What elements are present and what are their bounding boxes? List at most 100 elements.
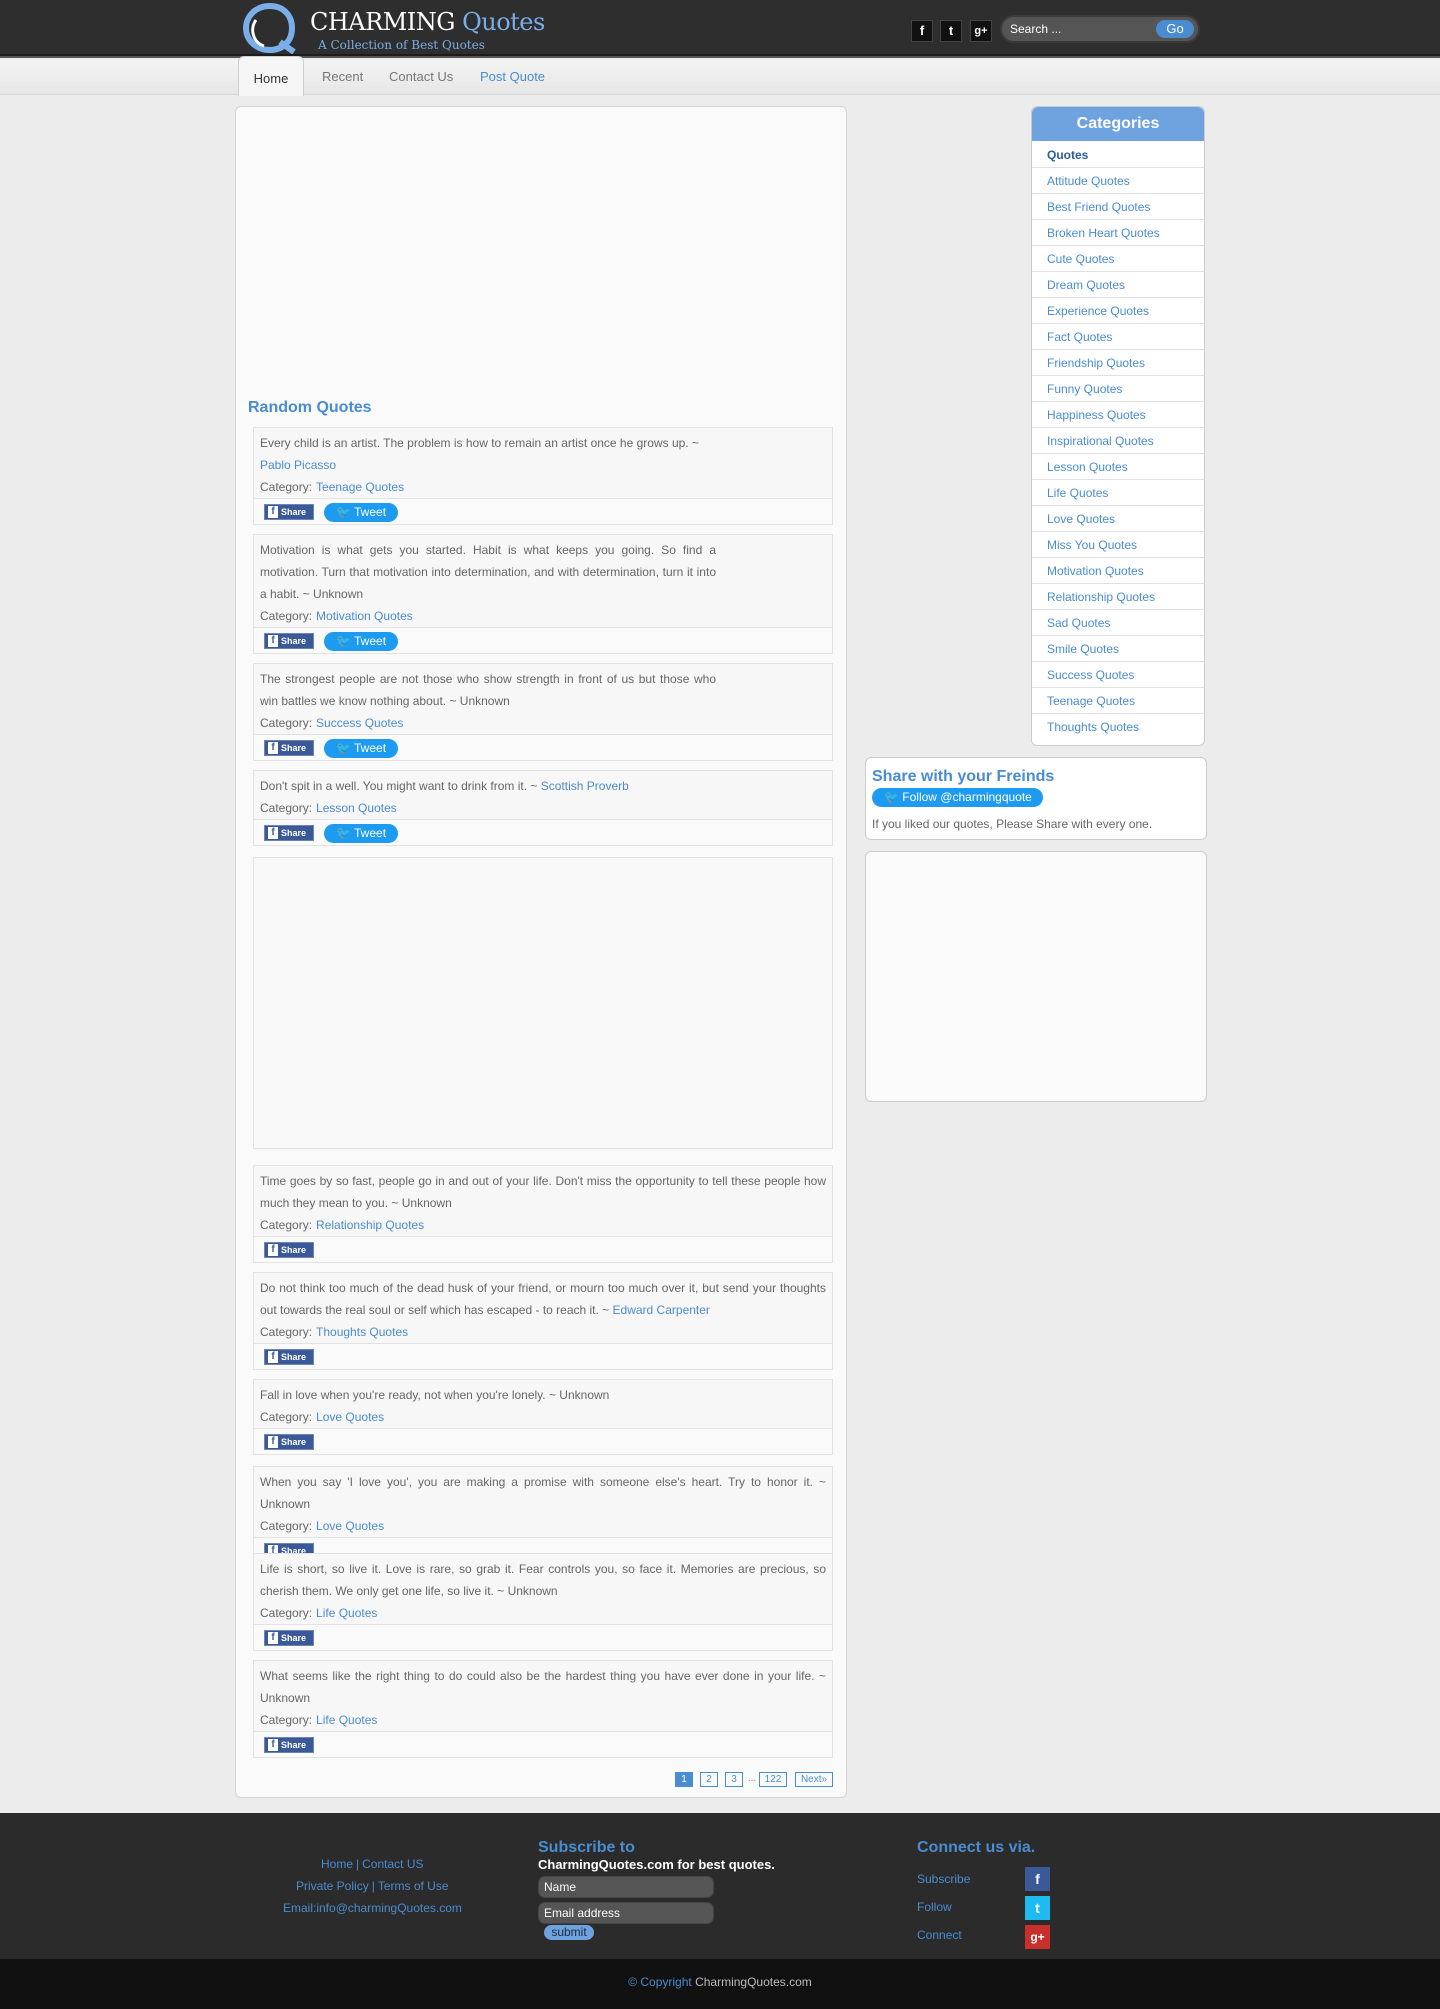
subscribe-email-field[interactable] [538,1902,714,1924]
category-love[interactable]: Love Quotes [1032,506,1204,532]
category-success[interactable]: Success Quotes [1032,662,1204,688]
facebook-share-button[interactable]: f Share [264,1630,314,1646]
facebook-share-button[interactable]: f Share [264,1242,314,1258]
share-bar: f Share 🐦 Tweet [254,627,832,653]
quote-category: Category: Love Quotes [260,1519,385,1533]
tweet-button[interactable]: 🐦 Tweet [324,503,398,522]
category-link[interactable]: Relationship Quotes [316,1218,424,1232]
category-experience[interactable]: Experience Quotes [1032,298,1204,324]
category-miss-you[interactable]: Miss You Quotes [1032,532,1204,558]
page-last-link[interactable]: 122 [759,1772,787,1787]
connect-subscribe-label[interactable]: Subscribe [917,1872,970,1886]
category-link[interactable]: Love Quotes [316,1410,384,1424]
footer-contact-link[interactable]: Contact US [362,1857,423,1871]
nav-contact-us[interactable]: Contact Us [389,69,453,84]
quote-card: Life is short, so live it. Love is rare,… [253,1553,833,1651]
category-teenage[interactable]: Teenage Quotes [1032,688,1204,714]
search-input[interactable] [1010,20,1150,38]
facebook-share-button[interactable]: f Share [264,825,314,841]
footer-email-link[interactable]: Email:info@charmingQuotes.com [283,1901,462,1915]
footer-home-link[interactable]: Home [321,1857,353,1871]
facebook-icon[interactable]: f [911,20,933,42]
quote-category: Category: Thoughts Quotes [260,1325,409,1339]
category-relationship[interactable]: Relationship Quotes [1032,584,1204,610]
category-fact[interactable]: Fact Quotes [1032,324,1204,350]
category-best-friend[interactable]: Best Friend Quotes [1032,194,1204,220]
connect-follow-label[interactable]: Follow [917,1900,952,1914]
tweet-button[interactable]: 🐦 Tweet [324,632,398,651]
category-link[interactable]: Success Quotes [316,716,403,730]
category-lesson[interactable]: Lesson Quotes [1032,454,1204,480]
facebook-icon[interactable]: f [1025,1867,1050,1891]
nav-recent[interactable]: Recent [322,69,363,84]
category-cute[interactable]: Cute Quotes [1032,246,1204,272]
quote-category: Category: Lesson Quotes [260,801,397,815]
twitter-icon[interactable]: t [940,20,962,42]
category-life[interactable]: Life Quotes [1032,480,1204,506]
category-quotes[interactable]: Quotes [1032,142,1204,168]
tweet-button[interactable]: 🐦 Tweet [324,739,398,758]
subscribe-name-field[interactable] [538,1876,714,1898]
category-motivation[interactable]: Motivation Quotes [1032,558,1204,584]
category-link[interactable]: Life Quotes [316,1606,377,1620]
quote-card: The strongest people are not those who s… [253,663,833,761]
next-page-link[interactable]: Next» [795,1772,833,1787]
googleplus-icon[interactable]: g+ [1025,1925,1050,1949]
category-happiness[interactable]: Happiness Quotes [1032,402,1204,428]
quote-text: Do not think too much of the dead husk o… [260,1281,826,1317]
category-attitude[interactable]: Attitude Quotes [1032,168,1204,194]
search-go-button[interactable]: Go [1156,20,1194,38]
quote-card: What seems like the right thing to do co… [253,1660,833,1758]
category-smile[interactable]: Smile Quotes [1032,636,1204,662]
facebook-share-button[interactable]: f Share [264,1434,314,1450]
connect-connect-label[interactable]: Connect [917,1928,962,1942]
quote-text: Fall in love when you're ready, not when… [260,1388,610,1402]
facebook-share-button[interactable]: f Share [264,633,314,649]
quote-card: Motivation is what gets you started. Hab… [253,534,833,654]
copyright-link[interactable]: © Copyright [628,1975,692,1989]
facebook-share-button[interactable]: f Share [264,504,314,520]
footer-terms-link[interactable]: Terms of Use [378,1879,449,1893]
googleplus-icon[interactable]: g+ [970,20,992,42]
category-link[interactable]: Love Quotes [316,1519,384,1533]
quote-author-link[interactable]: Edward Carpenter [613,1303,710,1317]
category-link[interactable]: Motivation Quotes [316,609,413,623]
site-logo[interactable]: CHARMING Quotes A Collection of Best Quo… [240,2,545,54]
category-thoughts[interactable]: Thoughts Quotes [1032,714,1204,740]
facebook-share-button[interactable]: f Share [264,1349,314,1365]
connect-title: Connect us via. [917,1839,1036,1856]
facebook-icon: f [268,1632,278,1644]
page-1-link[interactable]: 1 [675,1772,693,1787]
nav-home[interactable]: Home [238,56,304,96]
category-link[interactable]: Life Quotes [316,1713,377,1727]
nav-post-quote[interactable]: Post Quote [480,69,545,84]
category-sad[interactable]: Sad Quotes [1032,610,1204,636]
facebook-icon: f [268,1739,278,1751]
share-bar: f Share [254,1236,832,1262]
facebook-share-button[interactable]: f Share [264,1737,314,1753]
quote-author-link[interactable]: Pablo Picasso [260,458,336,472]
twitter-follow-button[interactable]: 🐦 Follow @charmingquote [872,788,1043,807]
quote-category: Category: Relationship Quotes [260,1218,425,1232]
category-link[interactable]: Teenage Quotes [316,480,404,494]
quote-text: What seems like the right thing to do co… [260,1669,826,1705]
page-2-link[interactable]: 2 [700,1772,718,1787]
category-link[interactable]: Lesson Quotes [316,801,397,815]
category-broken-heart[interactable]: Broken Heart Quotes [1032,220,1204,246]
facebook-share-button[interactable]: f Share [264,740,314,756]
footer-privacy-link[interactable]: Private Policy [296,1879,369,1893]
quote-author-link[interactable]: Scottish Proverb [541,779,629,793]
section-title: Random Quotes [248,399,372,416]
category-inspirational[interactable]: Inspirational Quotes [1032,428,1204,454]
tweet-button[interactable]: 🐦 Tweet [324,824,398,843]
page-3-link[interactable]: 3 [725,1772,743,1787]
category-dream[interactable]: Dream Quotes [1032,272,1204,298]
category-link[interactable]: Thoughts Quotes [316,1325,408,1339]
twitter-icon[interactable]: t [1025,1896,1050,1920]
subscribe-description: CharmingQuotes.com for best quotes. [538,1857,775,1872]
footer-links-row-1: Home | Contact US [321,1857,424,1871]
subscribe-submit-button[interactable]: submit [544,1925,594,1940]
category-funny[interactable]: Funny Quotes [1032,376,1204,402]
sidebar-ad-placeholder [865,851,1207,1102]
category-friendship[interactable]: Friendship Quotes [1032,350,1204,376]
